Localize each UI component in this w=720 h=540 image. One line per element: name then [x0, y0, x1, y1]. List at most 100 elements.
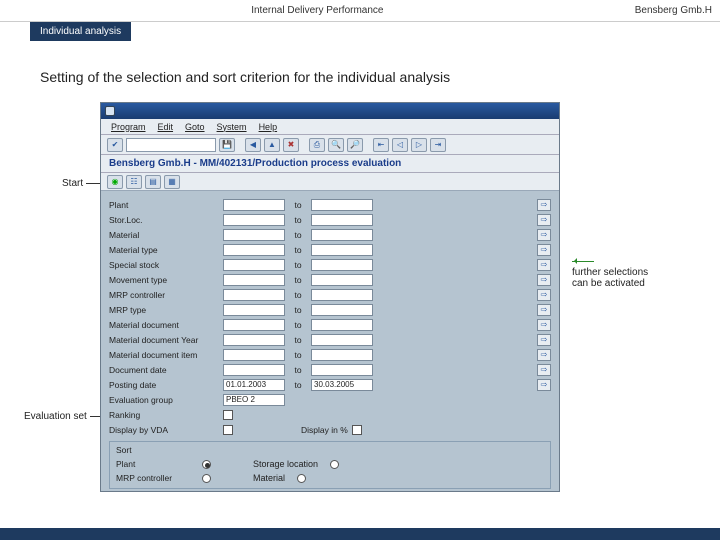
menu-goto[interactable]: Goto	[185, 122, 205, 132]
menu-program[interactable]: Program	[111, 122, 146, 132]
field-from[interactable]	[223, 274, 285, 286]
window-control-icon[interactable]	[105, 106, 115, 116]
field-to[interactable]	[311, 214, 373, 226]
field-from[interactable]	[223, 334, 285, 346]
multi-select-icon[interactable]: ⇨	[537, 199, 551, 211]
sap-window: Program Edit Goto System Help ✔ 💾 ◀ ▲ ✖ …	[100, 102, 560, 492]
field-to-label: to	[289, 245, 307, 255]
first-page-icon[interactable]: ⇤	[373, 138, 389, 152]
display-percent-checkbox[interactable]	[352, 425, 362, 435]
field-from[interactable]	[223, 364, 285, 376]
last-page-icon[interactable]: ⇥	[430, 138, 446, 152]
multi-select-icon[interactable]: ⇨	[537, 379, 551, 391]
field-label: Stor.Loc.	[109, 215, 219, 225]
multi-select-icon[interactable]: ⇨	[537, 259, 551, 271]
field-from[interactable]	[223, 259, 285, 271]
multi-select-icon[interactable]: ⇨	[537, 304, 551, 316]
evaluation-group-field[interactable]: PBEO 2	[223, 394, 285, 406]
field-row: Special stockto⇨	[109, 257, 551, 272]
sort-mrp-radio[interactable]	[202, 474, 211, 483]
field-to-label: to	[289, 365, 307, 375]
multi-select-icon[interactable]: ⇨	[537, 214, 551, 226]
field-from[interactable]	[223, 304, 285, 316]
field-label: Ranking	[109, 410, 219, 420]
field-label: MRP type	[109, 305, 219, 315]
save-variant-icon[interactable]: ▦	[164, 175, 180, 189]
exit-icon[interactable]: ▲	[264, 138, 280, 152]
field-to-label: to	[289, 275, 307, 285]
field-row: Material document itemto⇨	[109, 347, 551, 362]
sap-toolbar-app: ◉ ☷ ▤ ▦	[101, 173, 559, 191]
field-label: Material document Year	[109, 335, 219, 345]
field-to[interactable]	[311, 319, 373, 331]
arrow-left-icon	[572, 261, 594, 262]
field-to-label: to	[289, 200, 307, 210]
find-icon[interactable]: 🔍	[328, 138, 344, 152]
field-to[interactable]	[311, 199, 373, 211]
field-to[interactable]	[311, 364, 373, 376]
field-from[interactable]	[223, 319, 285, 331]
multi-select-icon[interactable]: ⇨	[537, 349, 551, 361]
multi-select-icon[interactable]: ⇨	[537, 229, 551, 241]
field-from[interactable]	[223, 244, 285, 256]
field-to[interactable]	[311, 244, 373, 256]
menu-edit[interactable]: Edit	[158, 122, 174, 132]
field-label: Posting date	[109, 380, 219, 390]
print-icon[interactable]: ⎙	[309, 138, 325, 152]
field-label: Movement type	[109, 275, 219, 285]
slide-topbar: Internal Delivery Performance Bensberg G…	[0, 0, 720, 22]
field-to[interactable]	[311, 304, 373, 316]
cancel-icon[interactable]: ✖	[283, 138, 299, 152]
ranking-checkbox[interactable]	[223, 410, 233, 420]
multi-select-icon[interactable]: ⇨	[537, 334, 551, 346]
posting-date-to[interactable]: 30.03.2005	[311, 379, 373, 391]
command-field[interactable]	[126, 138, 216, 152]
sort-storage-radio[interactable]	[330, 460, 339, 469]
multi-select-icon[interactable]: ⇨	[537, 274, 551, 286]
field-to[interactable]	[311, 259, 373, 271]
display-vda-checkbox[interactable]	[223, 425, 233, 435]
menu-system[interactable]: System	[217, 122, 247, 132]
field-from[interactable]	[223, 289, 285, 301]
variant-icon[interactable]: ☷	[126, 175, 142, 189]
field-to[interactable]	[311, 334, 373, 346]
field-label: Material	[109, 230, 219, 240]
sort-plant-radio[interactable]	[202, 460, 211, 469]
field-to[interactable]	[311, 289, 373, 301]
field-from[interactable]	[223, 199, 285, 211]
field-to[interactable]	[311, 274, 373, 286]
field-row: MRP controllerto⇨	[109, 287, 551, 302]
field-label: Special stock	[109, 260, 219, 270]
field-from[interactable]	[223, 214, 285, 226]
find-next-icon[interactable]: 🔎	[347, 138, 363, 152]
posting-date-from[interactable]: 01.01.2003	[223, 379, 285, 391]
sort-material-radio[interactable]	[297, 474, 306, 483]
annotation-further-label: further selections can be activated	[572, 267, 648, 289]
multi-select-icon[interactable]: ⇨	[537, 244, 551, 256]
field-row: Movement type to ⇨	[109, 272, 551, 287]
annotation-further-selections: further selections can be activated	[572, 256, 652, 289]
field-from[interactable]	[223, 349, 285, 361]
execute-icon[interactable]: ◉	[107, 175, 123, 189]
field-to-label: to	[289, 290, 307, 300]
prev-page-icon[interactable]: ◁	[392, 138, 408, 152]
field-row: Stor.Loc.to⇨	[109, 212, 551, 227]
field-from[interactable]	[223, 229, 285, 241]
next-page-icon[interactable]: ▷	[411, 138, 427, 152]
save-icon[interactable]: 💾	[219, 138, 235, 152]
menu-help[interactable]: Help	[259, 122, 278, 132]
field-to[interactable]	[311, 349, 373, 361]
field-to-label: to	[289, 380, 307, 390]
field-to[interactable]	[311, 229, 373, 241]
field-label: Document date	[109, 365, 219, 375]
field-label: Plant	[109, 200, 219, 210]
back-icon[interactable]: ◀	[245, 138, 261, 152]
multi-select-icon[interactable]: ⇨	[537, 319, 551, 331]
multi-select-icon[interactable]: ⇨	[537, 289, 551, 301]
field-row: MRP typeto⇨	[109, 302, 551, 317]
enter-icon[interactable]: ✔	[107, 138, 123, 152]
sap-menubar: Program Edit Goto System Help	[101, 119, 559, 135]
annotation-start-label: Start	[62, 178, 83, 189]
get-variant-icon[interactable]: ▤	[145, 175, 161, 189]
multi-select-icon[interactable]: ⇨	[537, 364, 551, 376]
